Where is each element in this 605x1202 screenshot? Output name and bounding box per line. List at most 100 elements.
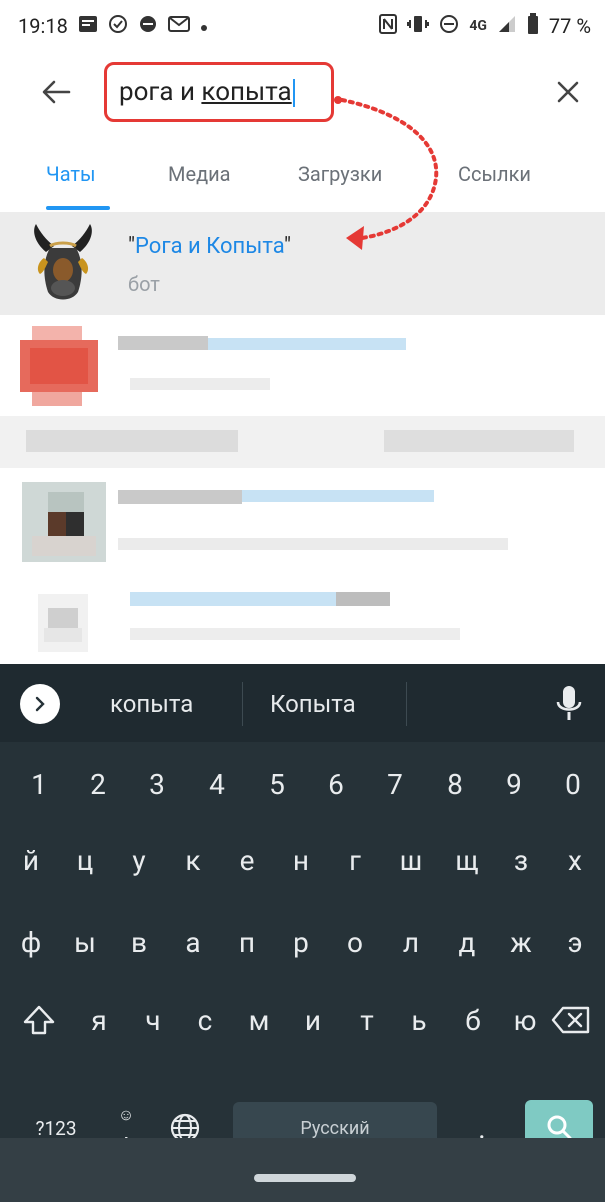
key-letter[interactable]: ж	[494, 910, 548, 974]
key-letter[interactable]: а	[166, 910, 220, 974]
status-bar: 19:18 4G 77 %	[0, 0, 605, 52]
key-letter[interactable]: э	[548, 910, 602, 974]
arrow-left-icon	[42, 80, 71, 104]
screen: 19:18 4G 77 % рога и копыта Чаты Медиа З…	[0, 0, 605, 1202]
key-letter[interactable]: е	[220, 828, 274, 892]
tab-chats[interactable]: Чаты	[46, 162, 96, 202]
check-circle-icon	[108, 14, 128, 39]
result-subtitle: бот	[128, 272, 160, 296]
shift-key[interactable]	[12, 988, 66, 1052]
4g-icon: 4G	[469, 19, 487, 33]
tab-media[interactable]: Медиа	[168, 162, 231, 202]
battery-icon	[527, 12, 539, 40]
expand-suggestions-button[interactable]	[20, 684, 60, 724]
blurred-line	[118, 538, 508, 550]
back-button[interactable]	[38, 74, 74, 110]
key-letter[interactable]: ш	[384, 828, 438, 892]
blurred-line	[26, 430, 238, 452]
navigation-bar	[0, 1138, 605, 1202]
key-letter[interactable]: г	[328, 828, 382, 892]
key-letter[interactable]: м	[232, 988, 286, 1052]
key-letter[interactable]: у	[112, 828, 166, 892]
search-text-underlined: копыта	[201, 76, 292, 107]
key-letter[interactable]: п	[220, 910, 274, 974]
result-title-text: Рога и Копыта	[135, 234, 284, 259]
blurred-line	[130, 628, 460, 640]
key-letter[interactable]: н	[274, 828, 328, 892]
key-2[interactable]: 2	[71, 752, 125, 816]
clear-search-button[interactable]	[550, 74, 586, 110]
network-label: 4G	[469, 18, 487, 34]
status-time: 19:18	[18, 14, 68, 38]
blurred-line	[118, 490, 242, 504]
key-letter[interactable]: ч	[126, 988, 180, 1052]
key-letter[interactable]: д	[440, 910, 494, 974]
key-letter[interactable]: в	[112, 910, 166, 974]
status-left: 19:18	[18, 14, 208, 39]
tabs-bar: Чаты Медиа Загрузки Ссылки	[0, 150, 605, 210]
key-letter[interactable]: щ	[440, 828, 494, 892]
blurred-line	[384, 430, 574, 452]
search-text-plain: рога и	[119, 76, 202, 107]
result-title: "Рога и Копыта"	[128, 234, 291, 259]
do-not-disturb-icon	[439, 14, 459, 39]
key-letter[interactable]: ц	[58, 828, 112, 892]
key-9[interactable]: 9	[487, 752, 541, 816]
text-caret	[292, 79, 295, 108]
key-letter[interactable]: х	[548, 828, 602, 892]
blurred-avatar	[22, 482, 106, 562]
key-letter[interactable]: б	[446, 988, 500, 1052]
search-input-highlight: рога и копыта	[104, 62, 334, 122]
search-input[interactable]: рога и копыта	[119, 76, 295, 108]
key-letter[interactable]: я	[72, 988, 126, 1052]
quote-open: "	[128, 234, 136, 259]
record-icon	[138, 14, 158, 39]
blurred-line	[118, 336, 208, 350]
tab-links[interactable]: Ссылки	[458, 162, 531, 202]
backspace-key[interactable]	[544, 988, 598, 1052]
key-letter[interactable]: с	[178, 988, 232, 1052]
key-7[interactable]: 7	[368, 752, 422, 816]
dot-icon	[200, 16, 208, 37]
suggestion-divider	[406, 682, 407, 726]
suggestion-1[interactable]: копыта	[110, 690, 193, 718]
close-icon	[557, 81, 579, 103]
search-result-row[interactable]: "Рога и Копыта" бот	[0, 212, 605, 315]
key-letter[interactable]: и	[286, 988, 340, 1052]
key-letter[interactable]: й	[4, 828, 58, 892]
key-6[interactable]: 6	[309, 752, 363, 816]
shift-icon	[23, 1005, 55, 1035]
blurred-line	[208, 338, 406, 350]
notification-icon	[78, 15, 98, 38]
tab-downloads[interactable]: Загрузки	[298, 162, 382, 202]
key-3[interactable]: 3	[130, 752, 184, 816]
key-letter[interactable]: л	[384, 910, 438, 974]
key-1[interactable]: 1	[12, 752, 66, 816]
key-letter[interactable]: з	[494, 828, 548, 892]
key-letter[interactable]: ф	[4, 910, 58, 974]
key-letter[interactable]: ы	[58, 910, 112, 974]
blurred-line	[130, 592, 336, 606]
key-letter[interactable]: ь	[392, 988, 446, 1052]
keyboard: копыта Копыта 1 2 3 4 5 6 7 8 9 0 й ц у …	[0, 664, 605, 1202]
blurred-avatar	[16, 326, 102, 408]
suggestion-2[interactable]: Копыта	[270, 690, 356, 718]
suggestion-divider	[242, 682, 243, 726]
blurred-line	[242, 490, 434, 502]
key-letter[interactable]: т	[340, 988, 394, 1052]
home-gesture-handle[interactable]	[254, 1174, 356, 1182]
key-5[interactable]: 5	[250, 752, 304, 816]
key-letter[interactable]: о	[328, 910, 382, 974]
key-4[interactable]: 4	[190, 752, 244, 816]
blurred-line	[336, 592, 390, 606]
key-0[interactable]: 0	[546, 752, 600, 816]
chevron-right-icon	[35, 696, 45, 712]
key-letter[interactable]: р	[274, 910, 328, 974]
blurred-avatar	[28, 588, 98, 658]
bot-avatar	[24, 222, 102, 306]
mic-icon[interactable]	[554, 684, 584, 724]
tab-indicator	[46, 206, 110, 210]
key-8[interactable]: 8	[428, 752, 482, 816]
search-header: рога и копыта	[0, 58, 605, 136]
key-letter[interactable]: к	[166, 828, 220, 892]
